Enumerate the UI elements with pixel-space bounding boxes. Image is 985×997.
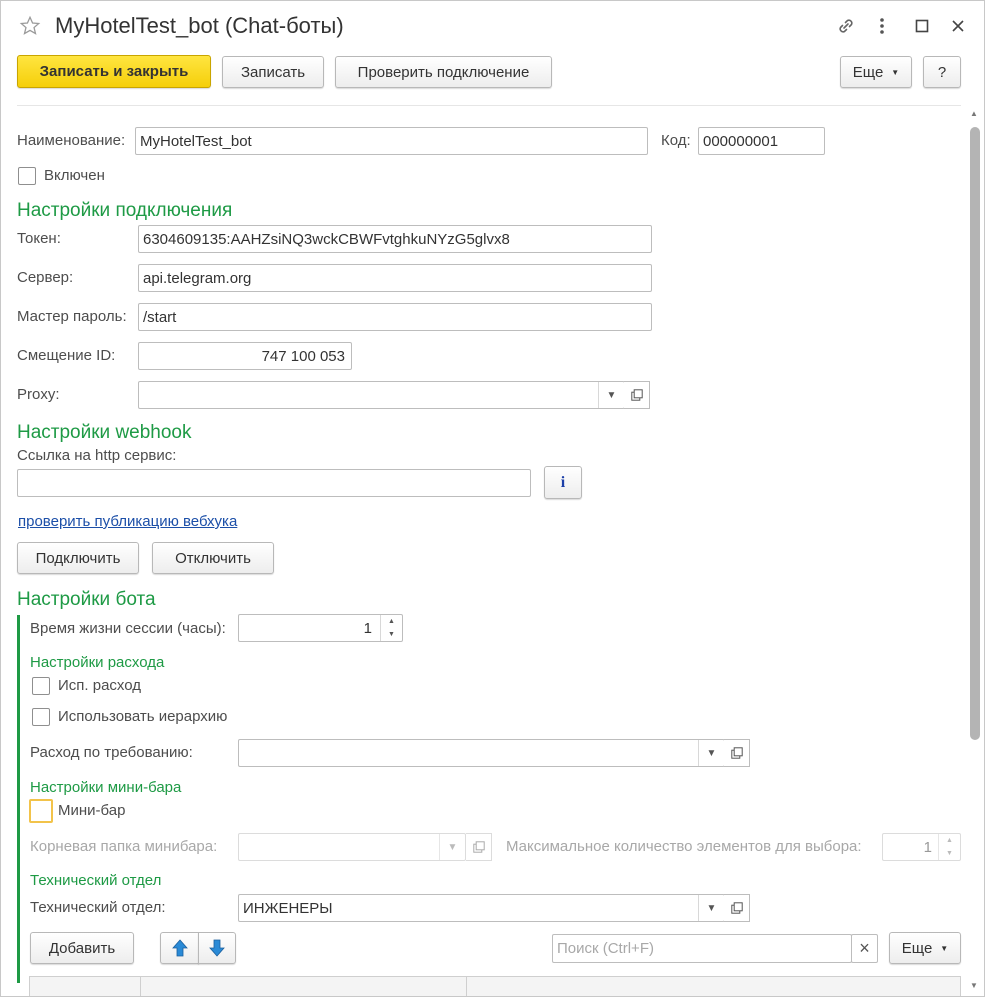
minibar-label: Мини-бар xyxy=(58,802,126,819)
favorite-star-icon[interactable] xyxy=(17,13,43,39)
column-divider xyxy=(140,977,141,996)
dropdown-arrow-icon: ▼ xyxy=(891,67,900,77)
group-indicator xyxy=(17,615,20,983)
max-items-field: 1 ▲ ▼ xyxy=(882,833,961,861)
use-expense-checkbox[interactable] xyxy=(32,677,50,695)
check-webhook-link[interactable]: проверить публикацию вебхука xyxy=(18,513,237,530)
tech-dept-field[interactable]: ИНЖЕНЕРЫ ▼ xyxy=(238,894,725,922)
session-lifetime-field[interactable]: 1 ▲ ▼ xyxy=(238,614,403,642)
chevron-down-icon[interactable]: ▼ xyxy=(598,382,624,408)
tech-dept-value: ИНЖЕНЕРЫ xyxy=(243,899,333,917)
max-items-value: 1 xyxy=(923,838,932,856)
tech-dept-header: Технический отдел xyxy=(30,872,162,889)
offset-id-label: Смещение ID: xyxy=(17,347,116,364)
webhook-url-label: Ссылка на http сервис: xyxy=(17,447,177,464)
spin-up-icon[interactable]: ▲ xyxy=(381,615,402,628)
spin-buttons[interactable]: ▲ ▼ xyxy=(380,615,402,641)
session-lifetime-value: 1 xyxy=(363,619,372,637)
open-icon[interactable] xyxy=(724,739,750,767)
add-button[interactable]: Добавить xyxy=(30,932,134,964)
maximize-icon[interactable] xyxy=(909,13,935,39)
use-hierarchy-checkbox[interactable] xyxy=(32,708,50,726)
use-expense-label: Исп. расход xyxy=(58,677,142,694)
table-header xyxy=(29,976,961,996)
scroll-down-icon[interactable]: ▼ xyxy=(970,981,978,990)
minibar-root-field: ▼ xyxy=(238,833,466,861)
more-button[interactable]: Еще ▼ xyxy=(840,56,912,88)
help-button[interactable]: ? xyxy=(923,56,961,88)
connection-settings-header: Настройки подключения xyxy=(17,200,233,221)
vertical-scrollbar-thumb[interactable] xyxy=(970,127,980,740)
minibar-root-label: Корневая папка минибара: xyxy=(30,838,218,855)
chevron-down-icon[interactable]: ▼ xyxy=(698,895,724,921)
close-icon[interactable] xyxy=(945,13,971,39)
token-field[interactable]: 6304609135:AAHZsiNQ3wckCBWFvtghkuNYzG5gl… xyxy=(138,225,652,253)
arrow-up-icon xyxy=(171,939,188,957)
master-password-label: Мастер пароль: xyxy=(17,308,127,325)
scroll-up-icon[interactable]: ▲ xyxy=(970,109,978,118)
offset-id-field[interactable]: 747 100 053 xyxy=(138,342,352,370)
open-icon[interactable] xyxy=(724,894,750,922)
link-icon[interactable] xyxy=(833,13,859,39)
search-input[interactable]: Поиск (Ctrl+F) xyxy=(552,934,852,963)
session-lifetime-label: Время жизни сессии (часы): xyxy=(30,620,226,637)
open-icon[interactable] xyxy=(624,381,650,409)
spin-down-icon: ▼ xyxy=(946,850,953,857)
webhook-settings-header: Настройки webhook xyxy=(17,422,192,443)
minibar-checkbox[interactable] xyxy=(29,799,53,823)
connect-button[interactable]: Подключить xyxy=(17,542,139,574)
expense-request-label: Расход по требованию: xyxy=(30,744,193,761)
disconnect-button[interactable]: Отключить xyxy=(152,542,274,574)
table-more-label: Еще xyxy=(901,939,933,957)
arrow-down-icon xyxy=(209,939,225,957)
check-connection-button[interactable]: Проверить подключение xyxy=(335,56,552,88)
code-field[interactable]: 000000001 xyxy=(698,127,825,155)
spin-up-icon: ▲ xyxy=(946,837,953,844)
save-close-button[interactable]: Записать и закрыть xyxy=(17,55,211,88)
move-down-button[interactable] xyxy=(198,932,236,964)
expense-settings-header: Настройки расхода xyxy=(30,654,165,671)
tech-dept-label: Технический отдел: xyxy=(30,899,166,916)
toolbar-separator xyxy=(17,105,961,106)
expense-request-field[interactable]: ▼ xyxy=(238,739,725,767)
minibar-settings-header: Настройки мини-бара xyxy=(30,779,182,796)
chevron-down-icon[interactable]: ▼ xyxy=(698,740,724,766)
move-up-button[interactable] xyxy=(160,932,199,964)
info-button[interactable]: i xyxy=(544,466,582,499)
proxy-field[interactable]: ▼ xyxy=(138,381,625,409)
use-hierarchy-label: Использовать иерархию xyxy=(58,708,228,725)
column-divider xyxy=(466,977,467,996)
enabled-checkbox[interactable] xyxy=(18,167,36,185)
more-vert-icon[interactable] xyxy=(869,13,895,39)
search-clear-button[interactable]: × xyxy=(851,934,878,963)
token-label: Токен: xyxy=(17,230,61,247)
spin-down-icon[interactable]: ▼ xyxy=(381,628,402,641)
server-field[interactable]: api.telegram.org xyxy=(138,264,652,292)
form-window: MyHotelTest_bot (Chat-боты) Записать и з… xyxy=(0,0,985,997)
open-icon xyxy=(466,833,492,861)
enabled-label: Включен xyxy=(44,167,105,184)
webhook-url-field[interactable] xyxy=(17,469,531,497)
save-button[interactable]: Записать xyxy=(222,56,324,88)
table-more-button[interactable]: Еще ▼ xyxy=(889,932,961,964)
window-title: MyHotelTest_bot (Chat-боты) xyxy=(55,13,344,38)
name-label: Наименование: xyxy=(17,132,126,149)
code-label: Код: xyxy=(661,132,691,149)
spin-buttons: ▲ ▼ xyxy=(938,834,960,860)
max-items-label: Максимальное количество элементов для вы… xyxy=(506,838,862,855)
bot-settings-header: Настройки бота xyxy=(17,589,156,610)
more-label: Еще xyxy=(852,63,884,81)
dropdown-arrow-icon: ▼ xyxy=(940,943,949,953)
proxy-label: Proxy: xyxy=(17,386,60,403)
server-label: Сервер: xyxy=(17,269,74,286)
name-field[interactable]: MyHotelTest_bot xyxy=(135,127,648,155)
master-password-field[interactable]: /start xyxy=(138,303,652,331)
chevron-down-icon: ▼ xyxy=(439,834,465,860)
